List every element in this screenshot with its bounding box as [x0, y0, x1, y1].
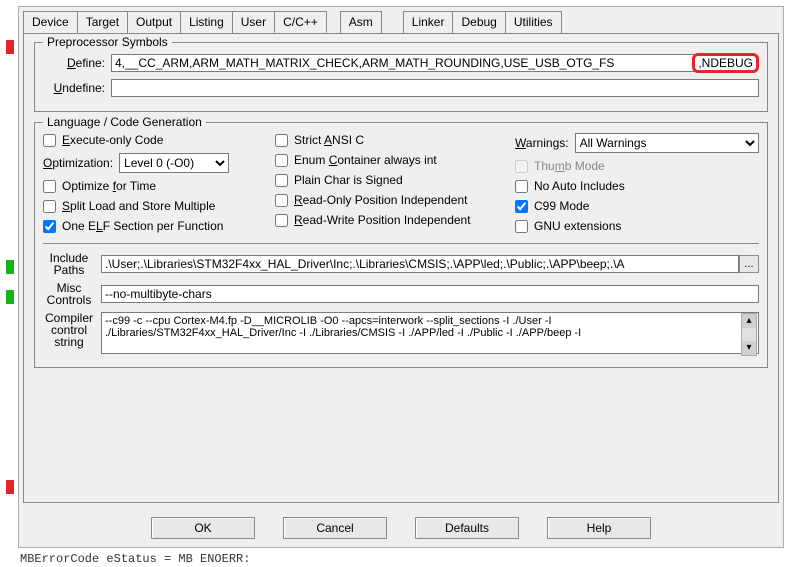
split-load-checkbox[interactable]: [43, 200, 56, 213]
tab-asm[interactable]: Asm: [340, 11, 382, 33]
tab-output[interactable]: Output: [127, 11, 181, 33]
compiler-label: Compiler control string: [43, 312, 101, 348]
strict-ansi-label: Strict ANSI C: [294, 133, 364, 147]
undefine-label: Undefine:: [43, 81, 111, 95]
optimization-select[interactable]: Level 0 (-O0): [119, 153, 229, 173]
compiler-string-output: --c99 -c --cpu Cortex-M4.fp -D__MICROLIB…: [101, 312, 759, 354]
tab-linker[interactable]: Linker: [403, 11, 454, 33]
compiler-scrollbar[interactable]: ▴ ▾: [741, 313, 757, 356]
undefine-input[interactable]: [111, 79, 759, 97]
enum-container-checkbox[interactable]: [275, 154, 288, 167]
warnings-select[interactable]: All Warnings: [575, 133, 759, 153]
warnings-label: Warnings:: [515, 136, 569, 150]
c99-label: C99 Mode: [534, 199, 589, 213]
define-input[interactable]: [111, 54, 697, 72]
noauto-checkbox[interactable]: [515, 180, 528, 193]
gnu-label: GNU extensions: [534, 219, 621, 233]
ok-button[interactable]: OK: [151, 517, 255, 539]
tab-utilities[interactable]: Utilities: [505, 11, 562, 33]
cancel-button[interactable]: Cancel: [283, 517, 387, 539]
optimize-time-checkbox[interactable]: [43, 180, 56, 193]
exec-only-checkbox[interactable]: [43, 134, 56, 147]
readwrite-checkbox[interactable]: [275, 214, 288, 227]
strict-ansi-checkbox[interactable]: [275, 134, 288, 147]
tab-c-cpp[interactable]: C/C++: [274, 11, 327, 33]
include-paths-label: Include Paths: [43, 252, 101, 276]
plain-char-checkbox[interactable]: [275, 174, 288, 187]
tab-target[interactable]: Target: [77, 11, 128, 33]
scroll-up-icon[interactable]: ▴: [742, 314, 756, 328]
tab-user[interactable]: User: [232, 11, 275, 33]
scroll-down-icon[interactable]: ▾: [742, 341, 756, 355]
gnu-checkbox[interactable]: [515, 220, 528, 233]
tab-listing[interactable]: Listing: [180, 11, 233, 33]
tab-device[interactable]: Device: [23, 11, 78, 33]
misc-input[interactable]: [101, 285, 759, 303]
exec-only-label: Execute-only Code: [62, 133, 163, 147]
defaults-button[interactable]: Defaults: [415, 517, 519, 539]
readwrite-label: Read-Write Position Independent: [294, 213, 471, 227]
c-cpp-panel: Preprocessor Symbols Define: ,NDEBUG Und…: [23, 33, 779, 503]
readonly-label: Read-Only Position Independent: [294, 193, 467, 207]
plain-char-label: Plain Char is Signed: [294, 173, 403, 187]
include-paths-input[interactable]: [101, 255, 739, 273]
optimize-time-label: Optimize for Time: [62, 179, 156, 193]
readonly-checkbox[interactable]: [275, 194, 288, 207]
split-load-label: Split Load and Store Multiple: [62, 199, 215, 213]
language-legend: Language / Code Generation: [43, 115, 206, 129]
ndebug-highlight: ,NDEBUG: [692, 53, 759, 73]
optimization-label: Optimization:: [43, 156, 113, 170]
preprocessor-group: Preprocessor Symbols Define: ,NDEBUG Und…: [34, 42, 768, 112]
thumb-label: Thumb Mode: [534, 159, 605, 173]
define-label: Define:: [43, 56, 111, 70]
preprocessor-legend: Preprocessor Symbols: [43, 35, 172, 49]
noauto-label: No Auto Includes: [534, 179, 625, 193]
background-code: MBErrorCode eStatus = MB ENOERR:: [20, 552, 250, 566]
tab-bar: Device Target Output Listing User C/C++ …: [19, 7, 783, 33]
enum-container-label: Enum Container always int: [294, 153, 437, 167]
help-button[interactable]: Help: [547, 517, 651, 539]
tab-debug[interactable]: Debug: [452, 11, 505, 33]
misc-label: Misc Controls: [43, 282, 101, 306]
options-dialog: Device Target Output Listing User C/C++ …: [18, 6, 784, 548]
one-elf-label: One ELF Section per Function: [62, 219, 223, 233]
c99-checkbox[interactable]: [515, 200, 528, 213]
thumb-checkbox: [515, 160, 528, 173]
include-paths-browse[interactable]: ...: [739, 255, 759, 273]
one-elf-checkbox[interactable]: [43, 220, 56, 233]
button-bar: OK Cancel Defaults Help: [19, 517, 783, 539]
language-group: Language / Code Generation Execute-only …: [34, 122, 768, 368]
